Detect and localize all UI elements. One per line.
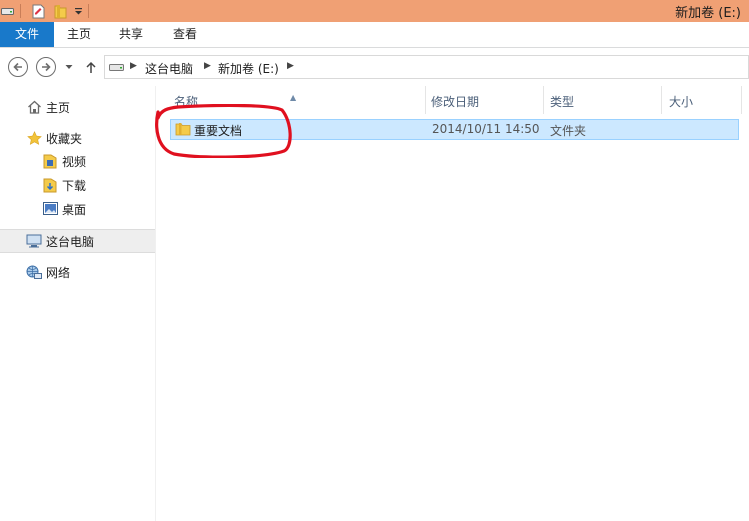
tab-file[interactable]: 文件: [0, 22, 54, 47]
arrow-up-icon: [86, 61, 96, 73]
file-type: 文件夹: [550, 124, 587, 138]
drive-icon[interactable]: [0, 3, 14, 19]
chevron-right-icon[interactable]: ▶: [204, 61, 211, 71]
nav-item-videos[interactable]: 视频: [0, 150, 155, 172]
nav-item-label: 网络: [46, 265, 71, 280]
title-bar: 新加卷 (E:): [0, 0, 749, 22]
arrow-right-icon: [42, 62, 51, 72]
nav-item-label: 视频: [62, 154, 87, 169]
back-button[interactable]: [8, 57, 28, 77]
video-folder-icon: [42, 153, 58, 169]
nav-item-home[interactable]: 主页: [0, 96, 155, 118]
home-icon: [26, 99, 42, 115]
chevron-right-icon[interactable]: ▶: [130, 61, 137, 71]
network-icon: [26, 264, 42, 280]
star-icon: [26, 130, 42, 146]
divider: [88, 4, 89, 18]
forward-button[interactable]: [36, 57, 56, 77]
chevron-right-icon[interactable]: ▶: [287, 61, 294, 71]
new-folder-icon[interactable]: [52, 3, 68, 19]
arrow-left-icon: [13, 62, 22, 72]
file-modified: 2014/10/11 14:50: [432, 122, 540, 136]
column-header-label: 名称: [174, 95, 199, 109]
file-list: ▲ 名称 修改日期 类型 大小 重要文档 2014/10/11 14:50 文件…: [156, 86, 749, 521]
nav-item-label: 主页: [46, 100, 71, 115]
address-row: ▶ 这台电脑 ▶ 新加卷 (E:) ▶: [0, 48, 749, 86]
ribbon: 文件 主页 共享 查看: [0, 22, 749, 48]
file-name: 重要文档: [194, 124, 243, 138]
nav-item-label: 桌面: [62, 202, 87, 217]
chevron-down-icon: [65, 65, 73, 69]
column-header-label: 修改日期: [431, 95, 480, 109]
sort-up-icon: ▲: [290, 93, 297, 102]
nav-item-label: 收藏夹: [46, 131, 83, 146]
drive-icon: [109, 61, 124, 75]
table-row[interactable]: 重要文档 2014/10/11 14:50 文件夹: [170, 119, 739, 140]
tab-share[interactable]: 共享: [104, 22, 158, 47]
properties-icon[interactable]: [30, 3, 46, 19]
tab-home[interactable]: 主页: [54, 22, 104, 47]
download-folder-icon: [42, 177, 58, 193]
nav-item-network[interactable]: 网络: [0, 261, 155, 283]
desktop-icon: [42, 201, 58, 217]
column-header-modified[interactable]: 修改日期: [426, 86, 544, 114]
navigation-pane: 主页 收藏夹 视频 下载 桌面 这台电脑 网络: [0, 86, 156, 521]
nav-item-label: 这台电脑: [46, 234, 95, 249]
nav-item-favorites[interactable]: 收藏夹: [0, 127, 155, 149]
column-header-size[interactable]: 大小: [662, 86, 742, 114]
column-divider[interactable]: [741, 86, 742, 114]
column-header-label: 大小: [669, 95, 694, 109]
nav-item-this-pc[interactable]: 这台电脑: [0, 229, 155, 253]
column-header-name[interactable]: ▲ 名称: [156, 86, 426, 114]
up-button[interactable]: [83, 57, 99, 77]
tab-view[interactable]: 查看: [158, 22, 212, 47]
recent-locations-button[interactable]: [63, 57, 75, 77]
folder-icon: [175, 121, 191, 140]
column-header-type[interactable]: 类型: [544, 86, 662, 114]
address-bar[interactable]: ▶ 这台电脑 ▶ 新加卷 (E:) ▶: [104, 55, 749, 79]
customize-toolbar-icon[interactable]: [72, 3, 84, 19]
window-title: 新加卷 (E:): [675, 6, 741, 21]
computer-icon: [26, 233, 42, 249]
column-header-label: 类型: [550, 95, 575, 109]
nav-item-label: 下载: [62, 178, 87, 193]
nav-item-downloads[interactable]: 下载: [0, 174, 155, 196]
nav-item-desktop[interactable]: 桌面: [0, 198, 155, 220]
divider: [20, 4, 21, 18]
breadcrumb-volume[interactable]: 新加卷 (E:): [218, 60, 279, 77]
breadcrumb-this-pc[interactable]: 这台电脑: [145, 60, 193, 77]
